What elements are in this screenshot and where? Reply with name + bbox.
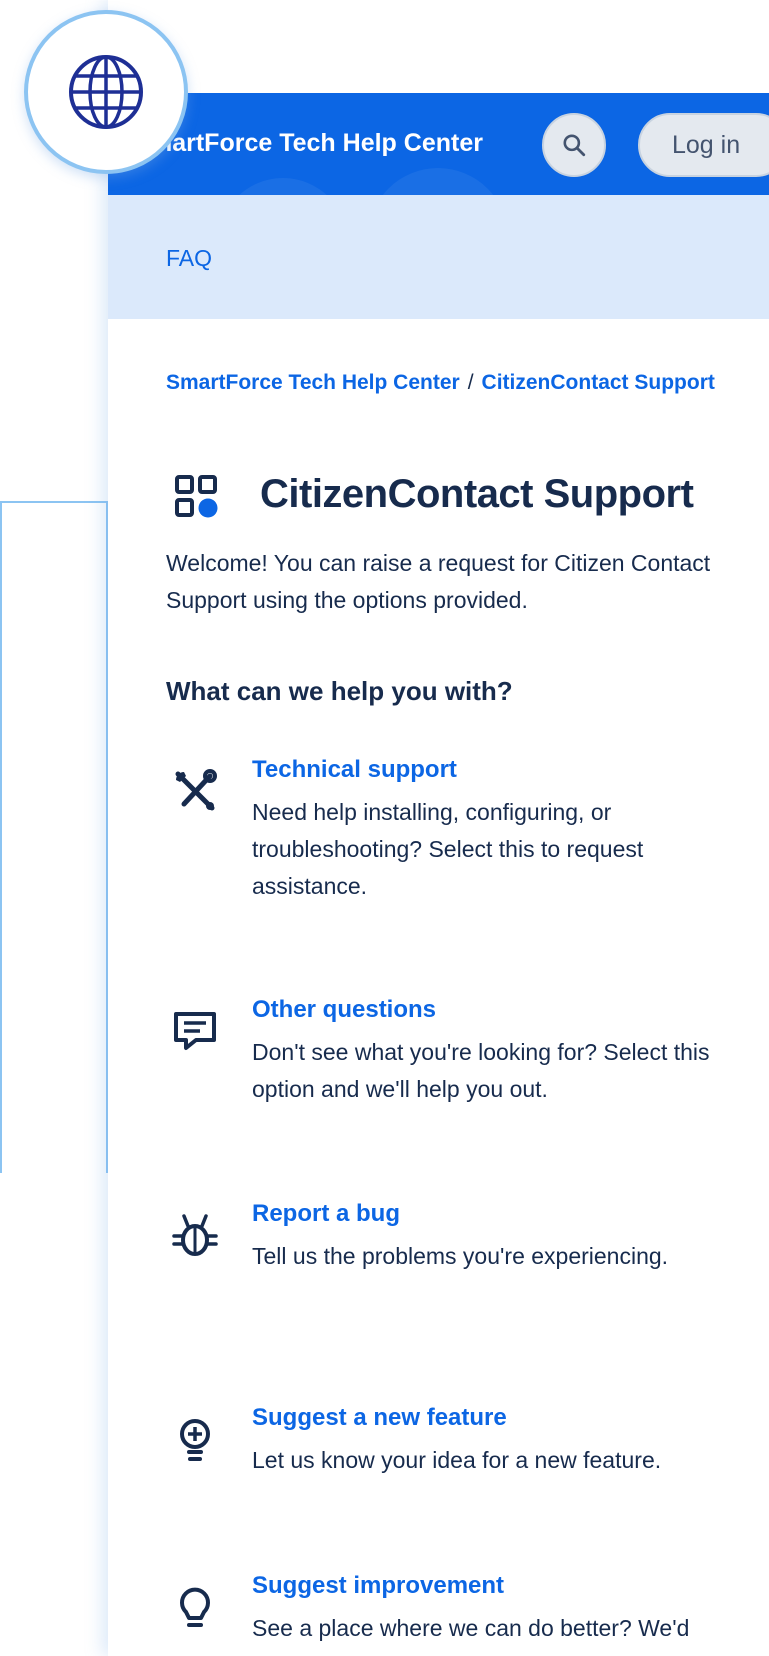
request-type-name[interactable]: Suggest a new feature bbox=[252, 1404, 507, 1432]
search-button[interactable] bbox=[542, 113, 606, 177]
globe-icon bbox=[69, 55, 143, 129]
comment-icon bbox=[174, 1012, 216, 1050]
breadcrumb-current-link[interactable]: CitizenContact Support bbox=[482, 371, 715, 394]
background-frame bbox=[0, 501, 108, 1173]
header-decoration bbox=[368, 168, 508, 195]
breadcrumb-separator: / bbox=[467, 371, 474, 394]
request-type-description: See a place where we can do better? We'd… bbox=[252, 1615, 690, 1656]
breadcrumb: SmartForce Tech Help Center / CitizenConta… bbox=[166, 364, 726, 401]
tools-icon bbox=[175, 769, 217, 811]
request-type-description: Let us know your idea for a new feature. bbox=[252, 1447, 662, 1473]
header-bar: martForce Tech Help Center Log in bbox=[108, 93, 769, 195]
header-decoration bbox=[218, 178, 348, 195]
faq-link[interactable]: FAQ bbox=[166, 245, 212, 272]
help-center-panel: martForce Tech Help Center Log in FAQ Sm… bbox=[108, 0, 769, 1656]
request-type-name[interactable]: Other questions bbox=[252, 996, 436, 1024]
search-icon bbox=[563, 134, 586, 157]
lightbulb-icon bbox=[180, 1587, 210, 1627]
lightbulb-plus-icon bbox=[180, 1419, 210, 1461]
breadcrumb-home-link[interactable]: SmartForce Tech Help Center bbox=[166, 371, 460, 394]
request-type-description: Tell us the problems you're experiencing… bbox=[252, 1243, 669, 1269]
portal-icon bbox=[175, 475, 218, 518]
help-center-title[interactable]: martForce Tech Help Center bbox=[150, 129, 483, 158]
portal-title: CitizenContact Support bbox=[260, 472, 694, 516]
request-type-name[interactable]: Report a bug bbox=[252, 1200, 400, 1228]
request-type-description: Need help installing, configuring, or tr… bbox=[252, 799, 644, 899]
language-badge[interactable] bbox=[24, 10, 188, 174]
bug-icon bbox=[172, 1214, 218, 1256]
sub-navigation: FAQ bbox=[108, 195, 769, 319]
request-type-name[interactable]: Technical support bbox=[252, 756, 457, 784]
request-type-name[interactable]: Suggest improvement bbox=[252, 1572, 504, 1600]
welcome-message: Welcome! You can raise a request for Cit… bbox=[166, 550, 711, 613]
login-button[interactable]: Log in bbox=[638, 113, 769, 177]
request-type-description: Don't see what you're looking for? Selec… bbox=[252, 1039, 710, 1102]
help-heading: What can we help you with? bbox=[166, 676, 513, 706]
